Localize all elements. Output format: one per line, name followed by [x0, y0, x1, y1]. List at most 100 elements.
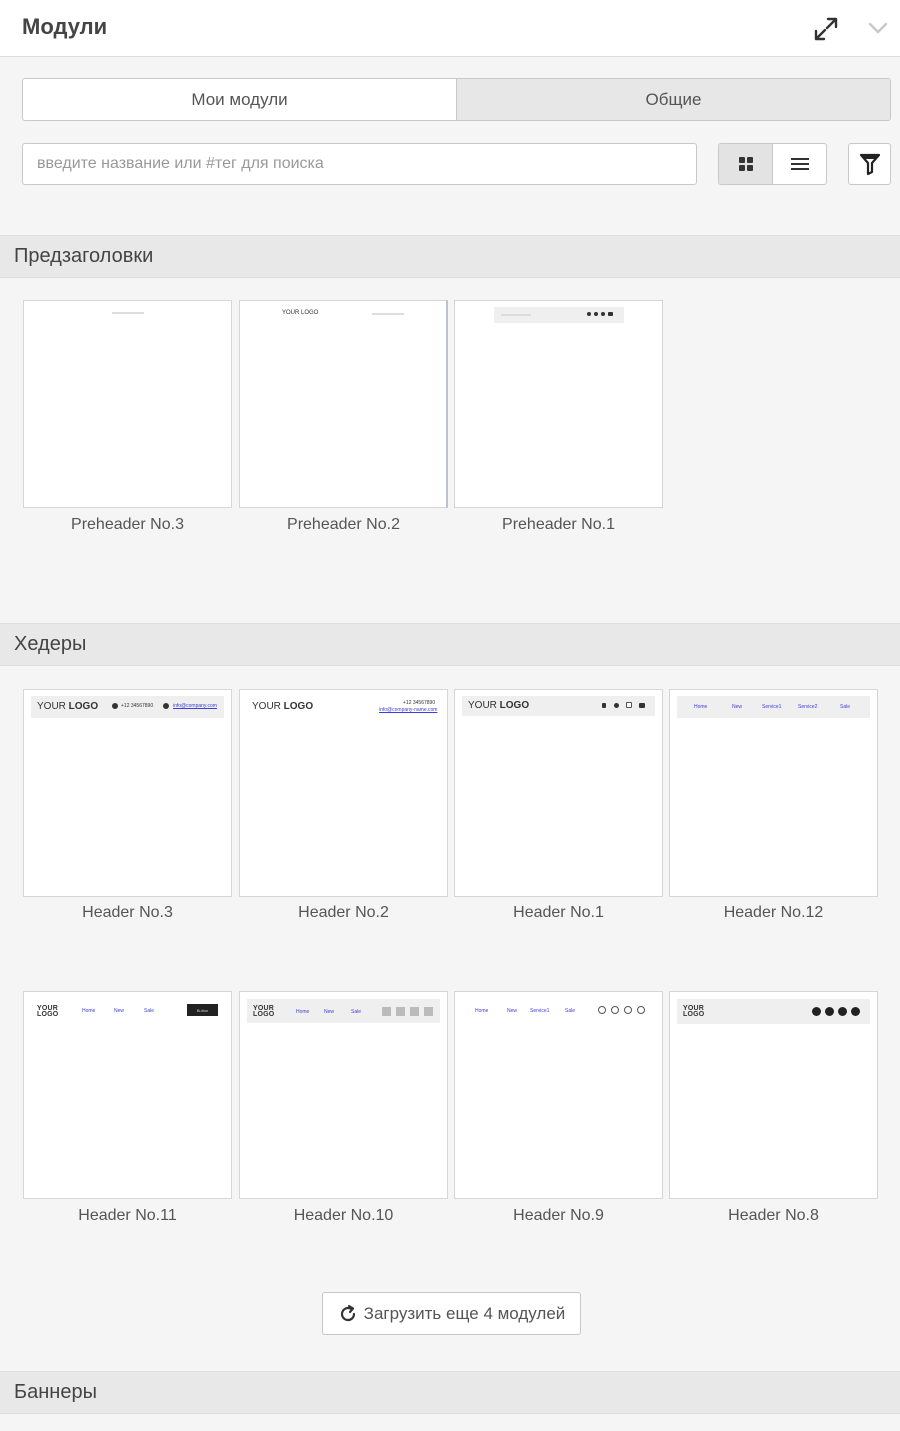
section-header-banners: Баннеры	[0, 1371, 900, 1414]
social-icon	[594, 312, 598, 316]
module-name: Header No.12	[723, 904, 824, 921]
preview-logo: YOUR LOGO	[468, 700, 530, 711]
list-view-button[interactable]	[773, 144, 826, 184]
social-icon	[608, 312, 613, 316]
module-card-header-9[interactable]: Home New Service1 Sale	[454, 991, 663, 1199]
preview-logo: YOUR LOGO	[683, 1005, 705, 1018]
module-card-header-12[interactable]: Home New Service1 Service2 Sale	[669, 689, 878, 897]
social-icon	[639, 703, 645, 708]
chevron-down-icon	[868, 22, 888, 34]
social-icon	[396, 1007, 405, 1016]
module-source-tabs: Мои модули Общие	[22, 78, 891, 121]
social-icon	[637, 1006, 645, 1014]
preview-phone: +12 34567890	[121, 703, 154, 709]
module-name: Header No.10	[293, 1207, 394, 1224]
grid-view-button[interactable]	[719, 144, 773, 184]
email-icon	[163, 703, 169, 709]
preview-logo: YOUR LOGO	[37, 701, 99, 712]
preview-menu-item: New	[507, 1008, 518, 1014]
preview-text-line	[112, 312, 144, 314]
filter-icon	[859, 153, 880, 176]
module-preview: YOUR LOGO +12 34567890 info@company-name…	[240, 690, 447, 896]
module-preview: YOUR LOGO	[670, 992, 877, 1198]
preview-menu-item: Service1	[762, 704, 782, 710]
preview-menu-item: Service2	[798, 704, 818, 710]
module-name: Header No.3	[82, 904, 173, 921]
preview-text-line	[501, 314, 531, 316]
module-name: Header No.9	[513, 1207, 604, 1224]
preview-menu-item: New	[732, 704, 743, 710]
preview-logo: YOUR LOGO	[282, 310, 319, 316]
module-card-preheader-2[interactable]: YOUR LOGO	[239, 300, 448, 508]
section-header-headers: Хедеры	[0, 623, 900, 666]
social-icon	[598, 1006, 606, 1014]
preview-menu-item: New	[114, 1008, 125, 1014]
module-name: Header No.1	[513, 904, 604, 921]
module-preview	[24, 301, 231, 507]
social-icon	[812, 1007, 821, 1016]
module-name: Preheader No.1	[502, 516, 615, 533]
refresh-icon	[340, 1304, 355, 1321]
module-preview: YOUR LOGO Home New Sale Button	[24, 992, 231, 1198]
preview-menu-item: Sale	[840, 704, 851, 710]
module-preview: YOUR LOGO +12 34567890 info@company.com	[24, 690, 231, 896]
module-name: Header No.8	[728, 1207, 819, 1224]
social-icon	[587, 312, 591, 316]
module-name: Header No.11	[78, 1207, 177, 1224]
social-icon	[601, 312, 605, 316]
preview-menu-item: Service1	[530, 1008, 550, 1014]
module-card-header-2[interactable]: YOUR LOGO +12 34567890 info@company-name…	[239, 689, 448, 897]
module-card-header-8[interactable]: YOUR LOGO	[669, 991, 878, 1199]
module-card-header-1[interactable]: YOUR LOGO	[454, 689, 663, 897]
preview-text-line	[372, 313, 404, 315]
phone-icon	[112, 703, 118, 709]
preview-logo: YOUR LOGO	[252, 701, 314, 712]
social-icon	[611, 1006, 619, 1014]
preview-menu-item: Home	[475, 1008, 489, 1014]
module-card-preheader-1[interactable]	[454, 300, 663, 508]
social-icon	[825, 1007, 834, 1016]
grid-icon	[738, 157, 753, 171]
preview-menu-item: Home	[296, 1009, 310, 1015]
module-name: Header No.2	[298, 904, 389, 921]
module-preview	[455, 301, 662, 507]
filter-button[interactable]	[848, 143, 891, 185]
module-preview: Home New Service1 Sale	[455, 992, 662, 1198]
tab-shared-modules[interactable]: Общие	[456, 79, 890, 120]
preview-menu-item: New	[324, 1009, 335, 1015]
preview-menu-item: Sale	[565, 1008, 576, 1014]
collapse-button[interactable]	[862, 12, 894, 44]
tab-my-modules[interactable]: Мои модули	[23, 79, 456, 120]
panel-header: Модули	[0, 0, 900, 57]
module-preview: YOUR LOGO Home New Sale	[240, 992, 447, 1198]
social-icon	[614, 703, 619, 708]
social-icon	[382, 1007, 391, 1016]
preview-logo: YOUR LOGO	[253, 1005, 275, 1018]
module-name: Preheader No.2	[287, 516, 400, 533]
preview-menu-item: Home	[82, 1008, 96, 1014]
module-preview: Home New Service1 Service2 Sale	[670, 690, 877, 896]
search-input[interactable]	[22, 143, 697, 185]
preview-menu-item: Sale	[144, 1008, 155, 1014]
module-card-header-10[interactable]: YOUR LOGO Home New Sale	[239, 991, 448, 1199]
panel-title: Модули	[22, 14, 108, 39]
module-card-header-11[interactable]: YOUR LOGO Home New Sale Button	[23, 991, 232, 1199]
module-preview: YOUR LOGO	[455, 690, 662, 896]
social-icon	[424, 1007, 433, 1016]
preview-email: info@company.com	[173, 703, 217, 709]
expand-button[interactable]	[810, 13, 842, 45]
preview-phone: +12 34567890	[403, 700, 436, 706]
preview-menu-item: Home	[694, 704, 708, 710]
module-name: Preheader No.3	[71, 516, 184, 533]
social-icon	[624, 1006, 632, 1014]
social-icon	[838, 1007, 847, 1016]
social-icon	[410, 1007, 419, 1016]
expand-icon	[814, 17, 838, 41]
module-preview: YOUR LOGO	[240, 301, 446, 507]
preview-menu-item: Sale	[351, 1009, 362, 1015]
preview-logo: YOUR LOGO	[37, 1005, 59, 1018]
module-card-preheader-3[interactable]	[23, 300, 232, 508]
module-card-header-3[interactable]: YOUR LOGO +12 34567890 info@company.com	[23, 689, 232, 897]
social-icon	[626, 702, 632, 708]
load-more-button[interactable]: Загрузить еще 4 модулей	[322, 1292, 581, 1335]
